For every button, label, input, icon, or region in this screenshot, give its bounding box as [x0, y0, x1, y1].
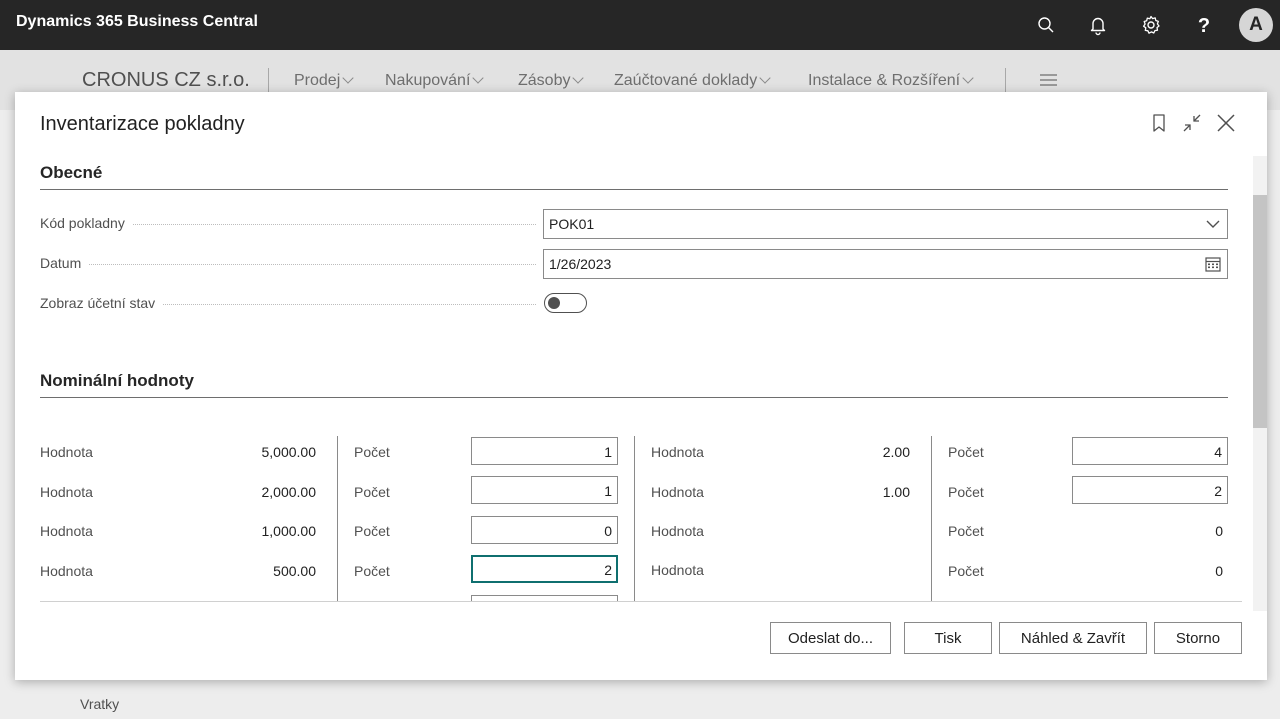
chevron-down-icon	[759, 72, 771, 84]
count-input[interactable]: 1	[471, 437, 618, 465]
chevron-down-icon	[472, 72, 485, 84]
cash-desk-select[interactable]: POK01	[543, 209, 1228, 239]
value-label: Hodnota	[651, 484, 704, 500]
value-label: Hodnota	[40, 484, 93, 500]
chevron-down-icon	[962, 72, 974, 84]
count-value-readonly: 0	[1215, 563, 1223, 579]
count-value: 1	[604, 483, 612, 499]
show-balance-toggle[interactable]	[544, 293, 587, 313]
search-icon[interactable]	[1034, 13, 1058, 37]
value-label: Hodnota	[651, 444, 704, 460]
help-icon[interactable]: ?	[1192, 13, 1216, 37]
date-label: Datum	[40, 255, 90, 271]
denomination-value: 1,000.00	[261, 523, 317, 539]
count-input[interactable]: 4	[1072, 437, 1228, 465]
date-input[interactable]: 1/26/2023	[543, 249, 1228, 279]
count-label: Počet	[354, 484, 390, 500]
nav-item-label: Zaúčtované doklady	[614, 72, 758, 89]
value-label: Hodnota	[40, 444, 93, 460]
calendar-icon[interactable]	[1204, 255, 1222, 273]
cash-desk-field-row: Kód pokladny POK01	[40, 209, 1228, 239]
date-field-row: Datum 1/26/2023	[40, 249, 1228, 279]
dialog-title: Inventarizace pokladny	[40, 113, 245, 135]
column-divider	[634, 436, 635, 602]
count-label: Počet	[354, 444, 390, 460]
top-bar: Dynamics 365 Business Central ? A	[0, 0, 1280, 50]
count-label: Počet	[354, 563, 390, 579]
count-label: Počet	[354, 523, 390, 539]
hamburger-menu-icon[interactable]	[1040, 74, 1057, 86]
avatar[interactable]: A	[1239, 8, 1273, 42]
column-divider	[931, 436, 932, 602]
chevron-down-icon[interactable]	[1204, 215, 1222, 233]
count-label: Počet	[948, 444, 984, 460]
bell-icon[interactable]	[1086, 13, 1110, 37]
background-list-item[interactable]: Vratky	[80, 696, 119, 712]
bookmark-icon[interactable]	[1148, 112, 1170, 134]
send-to-button[interactable]: Odeslat do...	[770, 622, 891, 654]
cash-inventory-dialog: Inventarizace pokladny Obecné Kód poklad…	[15, 92, 1267, 680]
count-value: 2	[1214, 483, 1222, 499]
value-label: Hodnota	[651, 523, 704, 539]
label-leader	[40, 264, 536, 265]
nav-item-label: Prodej	[294, 72, 341, 89]
grid-bottom-divider	[40, 601, 1242, 602]
count-label: Počet	[948, 484, 984, 500]
count-value: 2	[604, 562, 612, 578]
nav-item-zasoby[interactable]: Zásoby	[518, 72, 585, 90]
chevron-down-icon	[572, 72, 585, 84]
print-button[interactable]: Tisk	[904, 622, 992, 654]
count-value: 0	[604, 523, 612, 539]
value-label: Hodnota	[40, 523, 93, 539]
nav-item-instalace[interactable]: Instalace & Rozšíření	[808, 72, 974, 90]
nav-item-prodej[interactable]: Prodej	[294, 72, 354, 90]
count-input[interactable]: 1	[471, 476, 618, 504]
chevron-down-icon	[342, 72, 354, 84]
section-title-general[interactable]: Obecné	[40, 163, 102, 183]
count-input[interactable]: 0	[471, 516, 618, 544]
value-label: Hodnota	[651, 562, 704, 578]
count-label: Počet	[948, 563, 984, 579]
preview-close-button[interactable]: Náhled & Zavřít	[999, 622, 1147, 654]
close-icon[interactable]	[1215, 112, 1237, 134]
count-value-readonly: 0	[1215, 523, 1223, 539]
app-title[interactable]: Dynamics 365 Business Central	[16, 13, 258, 31]
count-value: 1	[604, 444, 612, 460]
section-divider	[40, 397, 1228, 398]
company-name[interactable]: CRONUS CZ s.r.o.	[82, 69, 250, 92]
denomination-value: 2,000.00	[261, 484, 317, 500]
nav-item-nakupovani[interactable]: Nakupování	[385, 72, 485, 90]
count-label: Počet	[948, 523, 984, 539]
section-divider	[40, 189, 1228, 190]
denomination-value: 5,000.00	[261, 444, 317, 460]
section-title-nominal[interactable]: Nominální hodnoty	[40, 371, 194, 391]
toggle-knob	[548, 297, 560, 309]
collapse-icon[interactable]	[1181, 112, 1203, 134]
count-input-focused[interactable]: 2	[471, 555, 618, 583]
svg-text:?: ?	[1198, 15, 1210, 37]
show-balance-label: Zobraz účetní stav	[40, 295, 164, 311]
value-label: Hodnota	[40, 563, 93, 579]
count-input[interactable]: 2	[1072, 476, 1228, 504]
cash-desk-value: POK01	[549, 216, 595, 232]
scrollbar-thumb[interactable]	[1253, 195, 1267, 428]
show-balance-field-row: Zobraz účetní stav	[40, 289, 1228, 319]
count-value: 4	[1214, 444, 1222, 460]
gear-icon[interactable]	[1139, 13, 1163, 37]
column-divider	[337, 436, 338, 602]
nav-item-label: Nakupování	[385, 72, 471, 89]
cancel-button[interactable]: Storno	[1154, 622, 1242, 654]
nav-item-zauctovane-doklady[interactable]: Zaúčtované doklady	[614, 72, 771, 90]
nav-item-label: Instalace & Rozšíření	[808, 72, 961, 89]
cash-desk-label: Kód pokladny	[40, 215, 133, 231]
date-value: 1/26/2023	[549, 256, 612, 272]
denomination-value: 500.00	[273, 563, 316, 579]
denomination-value: 1.00	[882, 484, 910, 500]
nav-item-label: Zásoby	[518, 72, 571, 89]
denomination-value: 2.00	[882, 444, 910, 460]
